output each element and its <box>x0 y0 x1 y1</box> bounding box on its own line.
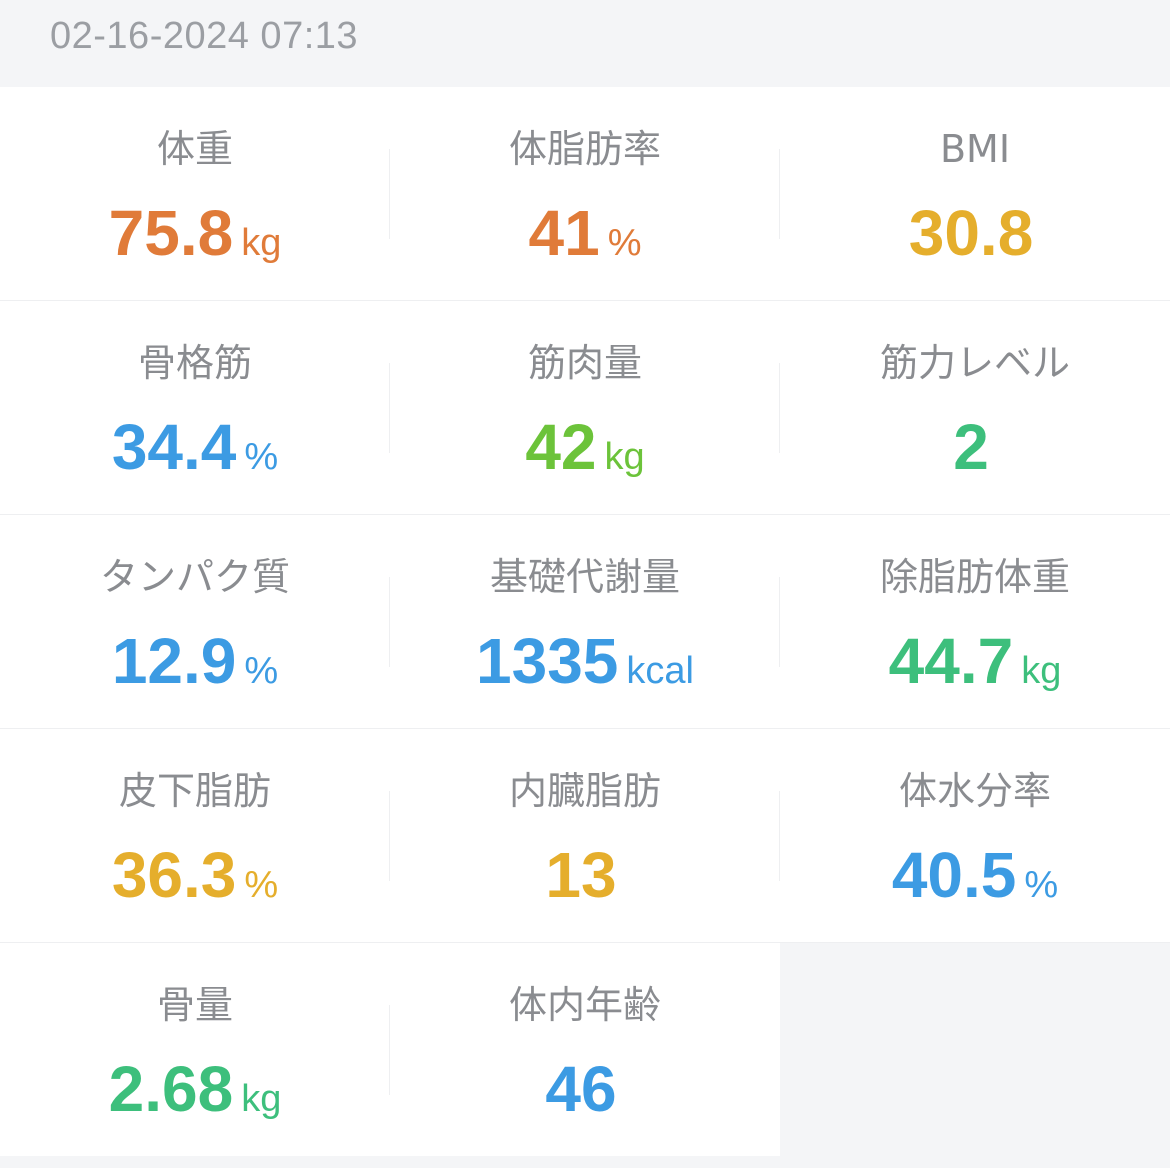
metric-label: 筋肉量 <box>527 341 642 385</box>
metric-number: 46 <box>545 1053 617 1125</box>
metric-number: 75.8 <box>108 197 234 269</box>
metric-unit: % <box>607 222 642 264</box>
metric-unit: kg <box>1021 650 1062 692</box>
metric-number: 36.3 <box>111 839 237 911</box>
metrics-row: 骨量 2.68 kg 体内年齢 46 <box>0 943 1170 1156</box>
metric-label: BMI <box>939 127 1011 171</box>
metric-value: 30.8 <box>780 194 1170 272</box>
metric-body-fat-rate[interactable]: 体脂肪率 41 % <box>390 87 780 300</box>
metric-number: 34.4 <box>111 411 237 483</box>
metric-label: 除脂肪体重 <box>879 555 1070 599</box>
metric-subcutaneous-fat[interactable]: 皮下脂肪 36.3 % <box>0 729 390 942</box>
metric-label: 内臓脂肪 <box>508 769 661 813</box>
metric-label: 体脂肪率 <box>508 127 661 171</box>
measurement-datetime: 02-16-2024 07:13 <box>50 15 359 57</box>
metric-protein[interactable]: タンパク質 12.9 % <box>0 515 390 728</box>
metrics-row: 骨格筋 34.4 % 筋肉量 42 kg 筋力レベル 2 <box>0 301 1170 515</box>
metric-label: 骨格筋 <box>137 341 252 385</box>
metric-value: 46 <box>390 1050 780 1128</box>
metric-label: タンパク質 <box>99 555 290 599</box>
metric-value: 1335 kcal <box>390 622 780 700</box>
metric-label: 筋力レベル <box>879 341 1070 385</box>
metric-number: 13 <box>545 839 617 911</box>
metric-number: 1335 <box>476 625 619 697</box>
metric-number: 40.5 <box>891 839 1017 911</box>
metric-number: 12.9 <box>111 625 237 697</box>
metric-unit: kg <box>241 1078 282 1120</box>
metric-label: 皮下脂肪 <box>118 769 271 813</box>
metrics-row: 皮下脂肪 36.3 % 内臓脂肪 13 体水分率 40.5 % <box>0 729 1170 943</box>
header-bar: 02-16-2024 07:13 <box>0 0 1170 87</box>
metric-value: 12.9 % <box>0 622 390 700</box>
metric-value: 34.4 % <box>0 408 390 486</box>
metric-value: 2 <box>780 408 1170 486</box>
metric-bmi[interactable]: BMI 30.8 <box>780 87 1170 300</box>
metric-basal-metabolism[interactable]: 基礎代謝量 1335 kcal <box>390 515 780 728</box>
metric-number: 42 <box>525 411 597 483</box>
metric-label: 体重 <box>156 127 233 171</box>
metric-label: 体内年齢 <box>508 983 661 1027</box>
metric-unit: % <box>244 436 279 478</box>
metric-body-water[interactable]: 体水分率 40.5 % <box>780 729 1170 942</box>
metric-lean-body-mass[interactable]: 除脂肪体重 44.7 kg <box>780 515 1170 728</box>
metric-unit: kg <box>241 222 282 264</box>
metric-value: 40.5 % <box>780 836 1170 914</box>
metric-unit: % <box>1024 864 1059 906</box>
empty-cell <box>780 943 1170 1156</box>
metric-value: 13 <box>390 836 780 914</box>
metric-value: 75.8 kg <box>0 194 390 272</box>
metric-unit: % <box>244 864 279 906</box>
metric-strength-level[interactable]: 筋力レベル 2 <box>780 301 1170 514</box>
metric-number: 44.7 <box>888 625 1014 697</box>
metric-number: 41 <box>528 197 600 269</box>
metrics-row: 体重 75.8 kg 体脂肪率 41 % BMI 30.8 <box>0 87 1170 301</box>
metric-unit: kcal <box>626 650 694 692</box>
metric-label: 体水分率 <box>898 769 1051 813</box>
metric-value: 42 kg <box>390 408 780 486</box>
metric-skeletal-muscle[interactable]: 骨格筋 34.4 % <box>0 301 390 514</box>
metric-bone-mass[interactable]: 骨量 2.68 kg <box>0 943 390 1156</box>
metric-weight[interactable]: 体重 75.8 kg <box>0 87 390 300</box>
metric-value: 44.7 kg <box>780 622 1170 700</box>
metric-value: 36.3 % <box>0 836 390 914</box>
metric-body-age[interactable]: 体内年齢 46 <box>390 943 780 1156</box>
metric-visceral-fat[interactable]: 内臓脂肪 13 <box>390 729 780 942</box>
metric-unit: % <box>244 650 279 692</box>
metric-number: 2 <box>953 411 989 483</box>
metrics-grid: 体重 75.8 kg 体脂肪率 41 % BMI 30.8 骨格筋 34.4 %… <box>0 87 1170 1156</box>
metrics-row: タンパク質 12.9 % 基礎代謝量 1335 kcal 除脂肪体重 44.7 … <box>0 515 1170 729</box>
metric-label: 骨量 <box>156 983 233 1027</box>
metric-muscle-mass[interactable]: 筋肉量 42 kg <box>390 301 780 514</box>
metric-value: 41 % <box>390 194 780 272</box>
metric-number: 30.8 <box>908 197 1034 269</box>
metric-label: 基礎代謝量 <box>489 555 680 599</box>
metric-value: 2.68 kg <box>0 1050 390 1128</box>
metric-number: 2.68 <box>108 1053 234 1125</box>
metric-unit: kg <box>604 436 645 478</box>
